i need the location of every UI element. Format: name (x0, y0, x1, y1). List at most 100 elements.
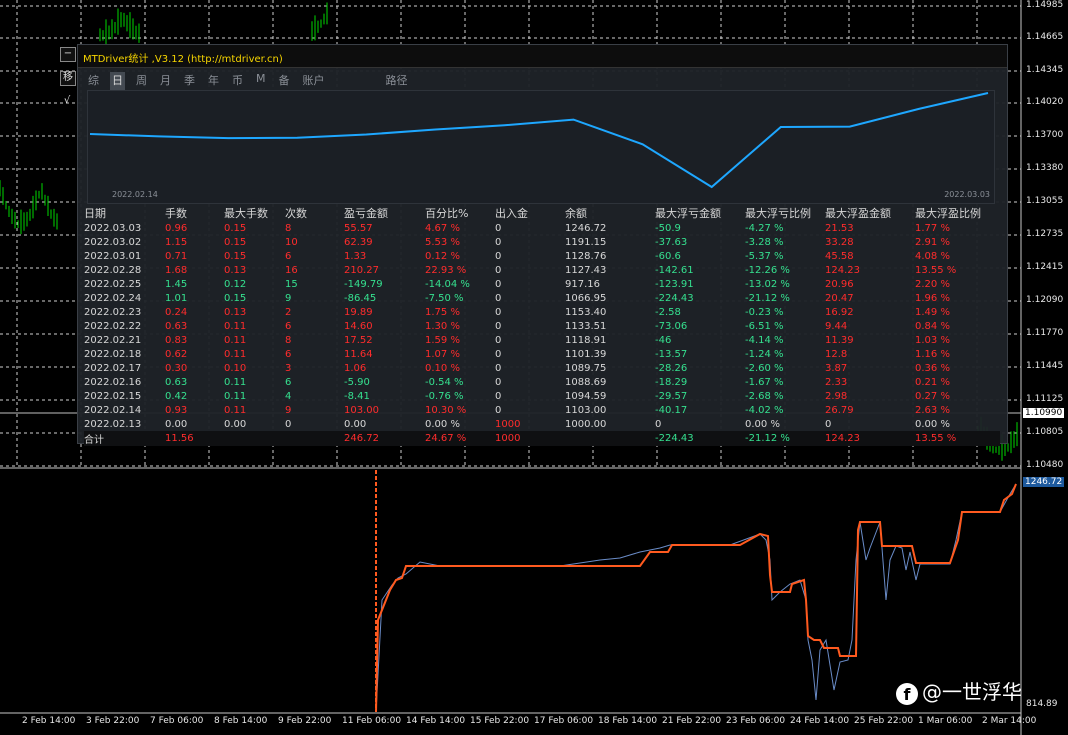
table-cell: 0.00 (344, 418, 367, 430)
minimize-button[interactable]: − (60, 47, 76, 62)
table-cell: 2022.02.13 (84, 418, 142, 430)
table-row[interactable]: 2022.02.14 0.93 0.11 9 103.00 10.30 % 0 1103.00… (84, 403, 1000, 417)
table-cell: 16 (285, 264, 298, 276)
table-cell: 0.12 (224, 278, 247, 290)
table-row[interactable]: 2022.02.15 0.42 0.11 4 -8.41 -0.76 % 0 1094.59 -… (84, 389, 1000, 403)
table-cell: 0.42 (165, 390, 188, 402)
price-tick-label: 1.14020 (1026, 97, 1064, 107)
table-row[interactable]: 2022.02.23 0.24 0.13 2 19.89 1.75 % 0 1153.40 -2… (84, 305, 1000, 319)
tab-6[interactable]: 币 (230, 72, 245, 90)
table-cell: 0.71 (165, 250, 188, 262)
tab-8[interactable]: 备 (277, 72, 292, 90)
table-cell: -14.04 % (425, 278, 470, 290)
tab-4[interactable]: 季 (182, 72, 197, 90)
table-cell: 0.63 (165, 320, 188, 332)
table-cell: 0 (655, 418, 662, 430)
column-header: 最大浮亏金额 (655, 207, 721, 220)
table-cell: 6 (285, 348, 292, 360)
table-row[interactable]: 2022.02.17 0.30 0.10 3 1.06 0.10 % 0 1089.75 -28… (84, 361, 1000, 375)
price-tick-label: 1.12415 (1026, 262, 1064, 272)
table-row[interactable]: 2022.03.02 1.15 0.15 10 62.39 5.53 % 0 1191.15 -… (84, 235, 1000, 249)
table-cell: -142.61 (655, 264, 694, 276)
price-tick-label: 1.14665 (1026, 32, 1064, 42)
table-cell: 1153.40 (565, 306, 607, 318)
balance-curve (89, 92, 989, 189)
table-cell: -12.26 % (745, 264, 790, 276)
table-row[interactable]: 2022.02.21 0.83 0.11 8 17.52 1.59 % 0 1118.91 -4… (84, 333, 1000, 347)
move-button[interactable]: 移 (60, 71, 76, 86)
table-cell: 26.79 (825, 404, 854, 416)
total-cell: 1000 (495, 431, 565, 446)
time-tick-label: 24 Feb 14:00 (790, 716, 850, 726)
table-cell: -0.23 % (745, 306, 784, 318)
table-cell: 2022.02.21 (84, 334, 142, 346)
table-row[interactable]: 2022.02.24 1.01 0.15 9 -86.45 -7.50 % 0 1066.95… (84, 291, 1000, 305)
table-row[interactable]: 2022.02.25 1.45 0.12 15 -149.79 -14.04 % 0 917.… (84, 277, 1000, 291)
table-cell: 0.00 % (425, 418, 460, 430)
tab-0[interactable]: 综 (86, 72, 101, 90)
table-cell: 0 (825, 418, 832, 430)
table-cell: -3.28 % (745, 236, 784, 248)
total-cell: 13.55 % (915, 431, 1000, 446)
table-cell: 2022.02.23 (84, 306, 142, 318)
table-cell: 1118.91 (565, 334, 607, 346)
column-header: 余额 (565, 207, 587, 220)
table-cell: 1.07 % (425, 348, 460, 360)
table-row[interactable]: 2022.02.22 0.63 0.11 6 14.60 1.30 % 0 1133.51 -7… (84, 319, 1000, 333)
tab-10[interactable]: 路径 (384, 72, 410, 90)
table-row[interactable]: 2022.03.01 0.71 0.15 6 1.33 0.12 % 0 1128.76 -60… (84, 249, 1000, 263)
table-cell: 0 (495, 236, 502, 248)
price-tick-label: 1.11125 (1026, 394, 1064, 404)
tab-7[interactable]: M (254, 72, 268, 90)
table-cell: 2022.02.17 (84, 362, 142, 374)
table-cell: 0 (495, 404, 502, 416)
table-cell: 2022.03.03 (84, 222, 142, 234)
time-tick-label: 21 Feb 22:00 (662, 716, 722, 726)
time-tick-label: 25 Feb 22:00 (854, 716, 914, 726)
table-row[interactable]: 2022.02.28 1.68 0.13 16 210.27 22.93 % 0 1127.4… (84, 263, 1000, 277)
table-cell: 1089.75 (565, 362, 607, 374)
table-cell: 1000 (495, 418, 521, 430)
watermark-text: @一世浮华 (922, 680, 1022, 704)
time-tick-label: 14 Feb 14:00 (406, 716, 466, 726)
table-cell: -2.58 (655, 306, 681, 318)
check-button[interactable]: √ (60, 95, 74, 108)
table-cell: 2022.03.01 (84, 250, 142, 262)
table-cell: 16.92 (825, 306, 854, 318)
time-tick-label: 11 Feb 06:00 (342, 716, 402, 726)
price-tick-label: 1.13380 (1026, 163, 1064, 173)
table-cell: 0.11 (224, 320, 247, 332)
tab-2[interactable]: 周 (134, 72, 149, 90)
time-tick-label: 15 Feb 22:00 (470, 716, 530, 726)
panel-title: MTDriver统计 ,V3.12 (http://mtdriver.cn) (83, 54, 283, 65)
table-cell: -21.12 % (745, 292, 790, 304)
table-cell: 0.00 (165, 418, 188, 430)
tab-5[interactable]: 年 (206, 72, 221, 90)
table-cell: 1.68 (165, 264, 188, 276)
table-cell: 2.33 (825, 376, 848, 388)
panel-titlebar[interactable]: MTDriver统计 ,V3.12 (http://mtdriver.cn) (78, 45, 1007, 68)
table-row[interactable]: 2022.03.03 0.96 0.15 8 55.57 4.67 % 0 1246.72 -5… (84, 221, 1000, 235)
tab-3[interactable]: 月 (158, 72, 173, 90)
tab-9[interactable]: 账户 (301, 72, 327, 90)
price-tick-label: 1.11770 (1026, 328, 1064, 338)
table-cell: 2.91 % (915, 236, 950, 248)
table-cell: 1.45 (165, 278, 188, 290)
table-cell: -13.02 % (745, 278, 790, 290)
time-tick-label: 1 Mar 06:00 (918, 716, 973, 726)
table-row[interactable]: 2022.02.13 0.00 0.00 0 0.00 0.00 % 1000 1000.00… (84, 417, 1000, 431)
tab-1[interactable]: 日 (110, 72, 125, 90)
table-cell: 2022.02.28 (84, 264, 142, 276)
table-cell: -123.91 (655, 278, 694, 290)
table-row[interactable]: 2022.02.18 0.62 0.11 6 11.64 1.07 % 0 1101.39 -1… (84, 347, 1000, 361)
total-row: 合计 11.56 246.72 24.67 % 1000 -224.43 -21.12 % 1… (84, 431, 1000, 446)
mini-chart-start-date: 2022.02.14 (112, 190, 158, 199)
table-cell: 1133.51 (565, 320, 607, 332)
table-cell: 4.67 % (425, 222, 460, 234)
table-cell: 0.13 (224, 306, 247, 318)
table-cell: 20.47 (825, 292, 854, 304)
table-row[interactable]: 2022.02.16 0.63 0.11 6 -5.90 -0.54 % 0 1088.69 -… (84, 375, 1000, 389)
panel-tabs: 综日周月季年币 M 备账户 路径 (86, 72, 419, 90)
table-cell: 11.39 (825, 334, 854, 346)
table-cell: 0 (285, 418, 292, 430)
